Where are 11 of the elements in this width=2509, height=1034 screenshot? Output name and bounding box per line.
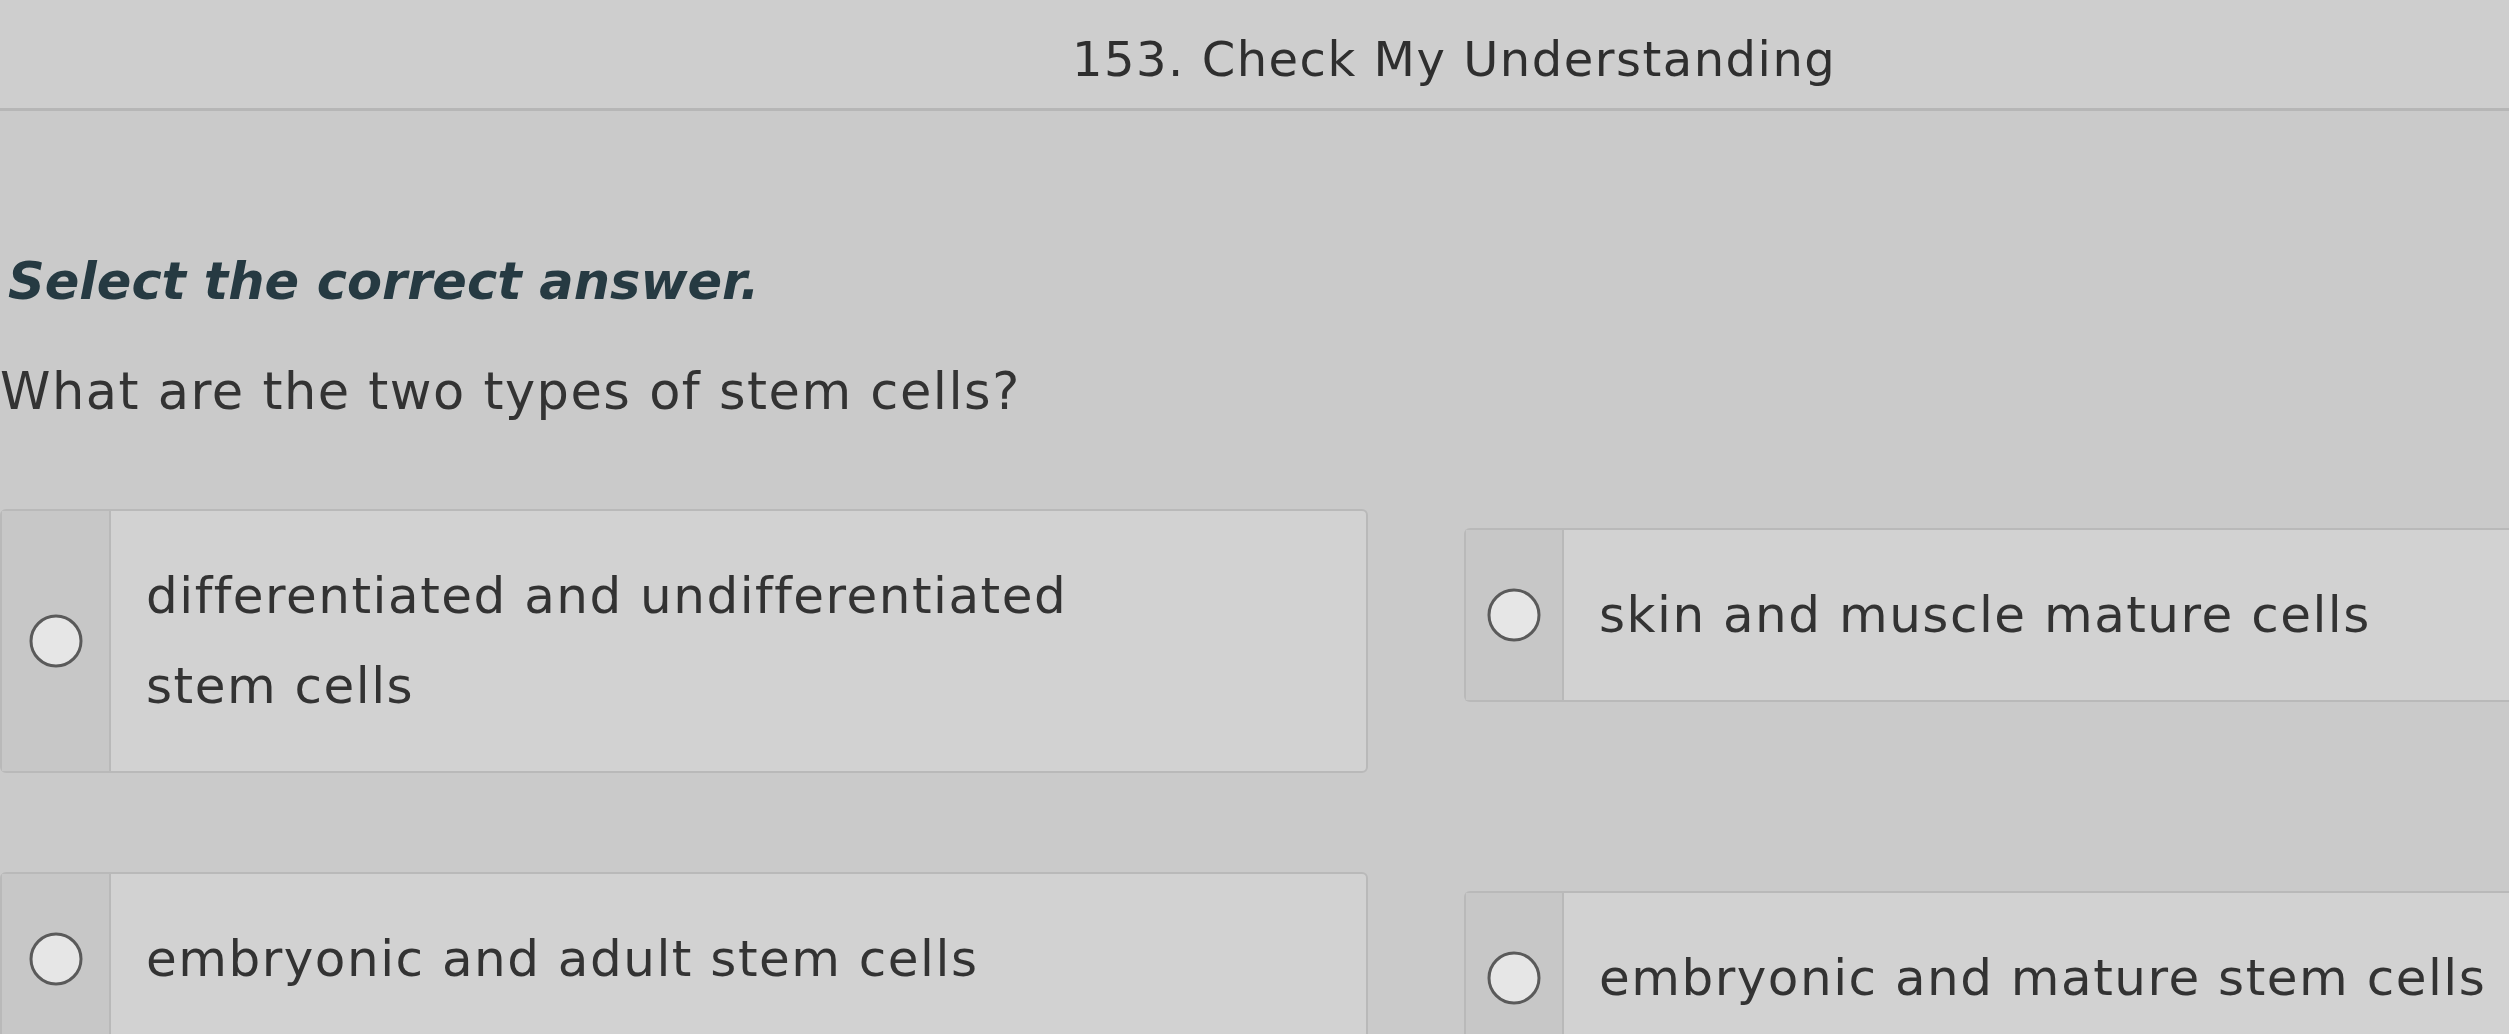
answer-option[interactable]: embryonic and adult stem cells	[0, 872, 1368, 1034]
radio-button-icon[interactable]	[28, 932, 83, 986]
page-title: 153. Check My Understanding	[1072, 30, 1837, 89]
radio-button-icon[interactable]	[28, 614, 83, 668]
answer-option[interactable]: differentiated and undifferentiated stem cells	[0, 509, 1368, 773]
question-text: What are the two types of stem cells?	[0, 362, 1021, 422]
answer-option[interactable]: embryonic and mature stem cells	[1464, 891, 2509, 1034]
instruction-text: Select the correct answer.	[7, 252, 760, 312]
radio-button-icon[interactable]	[1487, 951, 1541, 1005]
answer-option[interactable]: skin and muscle mature cells	[1464, 528, 2509, 702]
radio-button-icon[interactable]	[1487, 588, 1541, 642]
